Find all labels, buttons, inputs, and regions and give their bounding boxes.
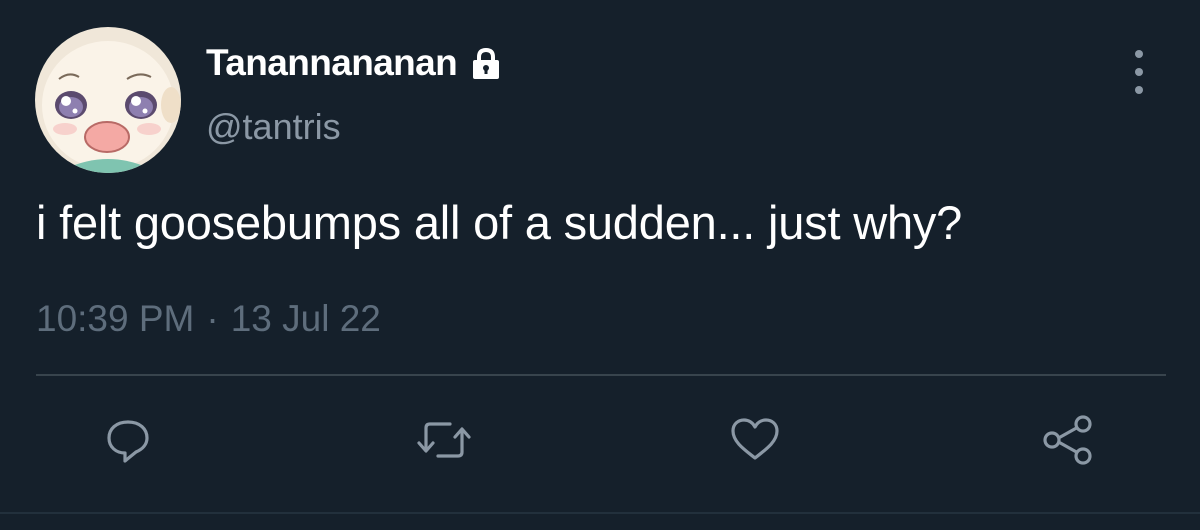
retweet-icon (417, 422, 471, 458)
more-dot (1135, 86, 1143, 94)
divider (36, 374, 1166, 376)
more-options-icon[interactable] (1124, 50, 1154, 94)
like-icon (731, 418, 779, 460)
timestamp-separator: · (206, 298, 219, 339)
display-name-row[interactable]: Tanannananan (206, 40, 503, 86)
display-name[interactable]: Tanannananan (206, 42, 458, 84)
tweet-text: i felt goosebumps all of a sudden... jus… (36, 196, 963, 249)
tweet-timestamp[interactable]: 10:39 PM · 13 Jul 22 (36, 298, 381, 340)
share-button[interactable] (1038, 410, 1098, 470)
cartoon-baby-face-avatar (35, 27, 181, 173)
tweet-time: 10:39 PM (36, 298, 195, 339)
reply-icon (107, 420, 149, 463)
bottom-divider (0, 512, 1200, 514)
avatar[interactable] (35, 27, 181, 173)
share-icon (1043, 415, 1092, 465)
more-dot (1135, 50, 1143, 58)
tweet-card: Tanannananan @tantris i felt goosebumps … (0, 0, 1200, 530)
user-handle[interactable]: @tantris (206, 106, 341, 148)
tweet-actions (0, 410, 1200, 480)
retweet-button[interactable] (414, 410, 474, 470)
lock-icon (469, 47, 503, 81)
like-button[interactable] (725, 410, 785, 470)
reply-button[interactable] (98, 410, 158, 470)
more-dot (1135, 68, 1143, 76)
tweet-date: 13 Jul 22 (230, 298, 381, 339)
